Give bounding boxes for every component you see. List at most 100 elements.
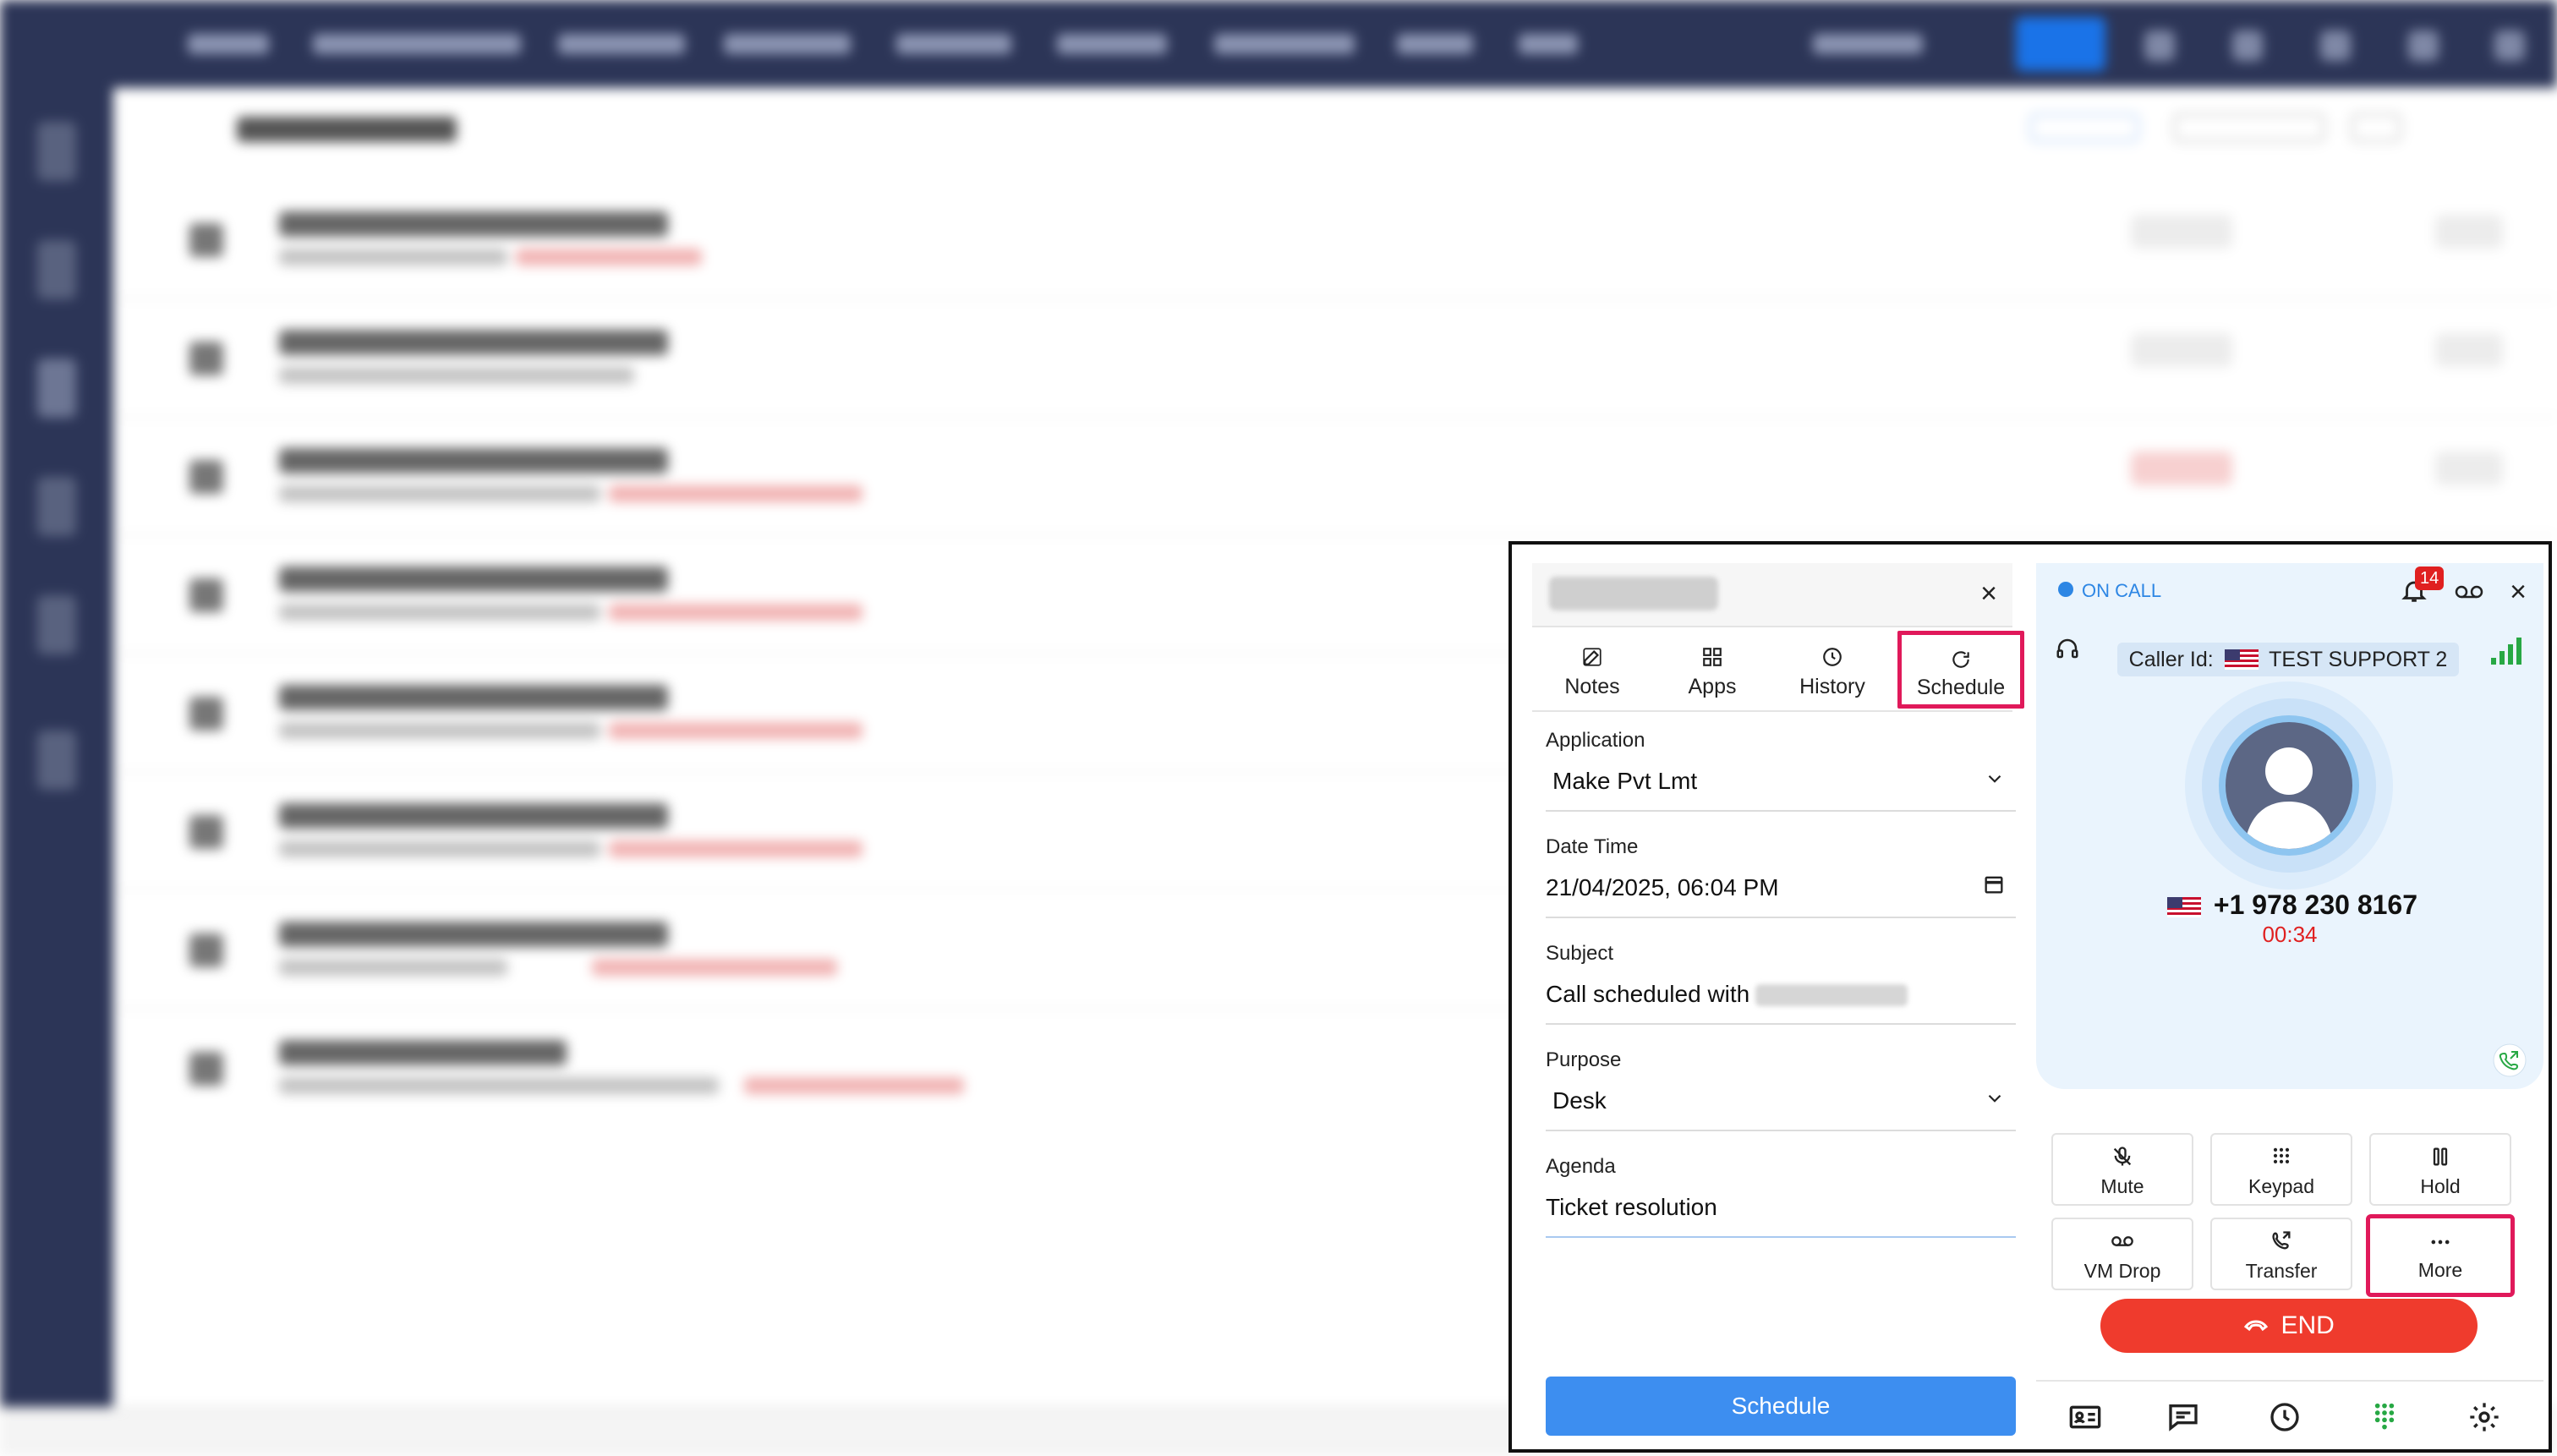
nav-icon — [2320, 30, 2351, 61]
row-icon — [189, 933, 223, 967]
nav-item — [1519, 34, 1578, 54]
field-value: 21/04/2025, 06:04 PM — [1546, 874, 1779, 900]
tab-label: Notes — [1564, 675, 1620, 698]
signal-strength-icon — [2491, 638, 2521, 665]
hang-up-icon — [2244, 1320, 2269, 1332]
refresh-icon — [1952, 651, 1969, 668]
row-subtitle — [279, 604, 600, 621]
close-icon[interactable]: × — [2503, 575, 2533, 609]
phone-transfer-icon[interactable] — [2493, 1043, 2527, 1077]
transfer-button[interactable]: Transfer — [2210, 1218, 2352, 1290]
row-button — [2435, 215, 2503, 249]
field-value: Desk — [1552, 1087, 1607, 1114]
field-value: Make Pvt Lmt — [1552, 768, 1698, 794]
row-subtitle — [609, 485, 862, 502]
mic-off-icon — [2113, 1147, 2132, 1166]
row-icon — [189, 1052, 223, 1086]
field-underline — [1546, 917, 2016, 918]
nav-item — [1057, 34, 1167, 54]
caller-name: TEST SUPPORT 2 — [2269, 648, 2448, 671]
row-subtitle — [279, 249, 507, 265]
field-underline — [1546, 1236, 2016, 1238]
phone-number-text: +1 978 230 8167 — [2213, 889, 2417, 920]
sidebar-icon — [37, 731, 76, 790]
chevron-down-icon — [1988, 1094, 2001, 1103]
header-button — [2173, 113, 2325, 142]
nav-icon — [2144, 30, 2175, 61]
keypad-icon — [2273, 1147, 2290, 1163]
row-subtitle — [744, 1077, 964, 1094]
field-label: Agenda — [1546, 1155, 1616, 1178]
field-label: Purpose — [1546, 1048, 1622, 1071]
row-icon — [189, 342, 223, 375]
keypad-button[interactable]: Keypad — [2210, 1133, 2352, 1206]
clock-icon[interactable] — [2268, 1400, 2302, 1434]
calendar-icon[interactable] — [1982, 873, 2006, 896]
call-status: ON CALL — [2082, 580, 2162, 601]
voicemail-icon[interactable] — [2454, 582, 2484, 602]
row-button — [2131, 215, 2232, 249]
tab-schedule[interactable]: Schedule — [1897, 631, 2024, 709]
nav-icon — [2232, 30, 2263, 61]
control-label: Transfer — [2245, 1260, 2318, 1282]
hold-button[interactable]: Hold — [2369, 1133, 2511, 1206]
row-subtitle — [609, 604, 862, 621]
row-button — [2435, 333, 2503, 367]
dialer-bottom-nav — [2036, 1380, 2543, 1449]
gear-icon[interactable] — [2467, 1400, 2501, 1434]
notification-badge: 14 — [2415, 567, 2445, 590]
mute-button[interactable]: Mute — [2051, 1133, 2193, 1206]
row-subtitle — [279, 1077, 719, 1094]
left-sidebar — [0, 88, 113, 1407]
row-icon — [189, 697, 223, 731]
end-call-button[interactable]: END — [2100, 1299, 2478, 1353]
field-underline — [1546, 810, 2016, 812]
field-label: Subject — [1546, 942, 1614, 965]
headset-icon[interactable] — [2055, 636, 2080, 661]
row-subtitle — [609, 840, 862, 857]
row-subtitle — [279, 485, 600, 502]
row-icon — [189, 578, 223, 612]
clock-icon — [1823, 648, 1842, 666]
tab-apps[interactable]: Apps — [1652, 627, 1772, 712]
row-subtitle — [516, 249, 702, 265]
row-title — [279, 685, 668, 710]
sidebar-icon — [37, 595, 76, 654]
chat-icon[interactable] — [2166, 1400, 2200, 1434]
table-row — [118, 299, 2557, 418]
nav-item — [724, 34, 851, 54]
row-button — [2131, 452, 2232, 485]
row-title — [279, 1040, 567, 1065]
nav-cta-button — [2016, 17, 2105, 71]
voicemail-icon — [2111, 1236, 2133, 1246]
pause-icon — [2433, 1147, 2448, 1166]
row-title — [279, 567, 668, 592]
row-subtitle — [592, 959, 837, 976]
tab-label: Apps — [1688, 675, 1737, 698]
row-icon — [189, 223, 223, 257]
nav-item — [188, 34, 269, 54]
chevron-down-icon — [1988, 775, 2001, 783]
more-icon — [2431, 1240, 2450, 1245]
contact-card-icon[interactable] — [2068, 1400, 2102, 1434]
vm-drop-button[interactable]: VM Drop — [2051, 1218, 2193, 1290]
sidebar-icon — [37, 240, 76, 299]
sidebar-icon — [37, 122, 76, 181]
row-title — [279, 211, 668, 237]
nav-item — [1214, 34, 1355, 54]
schedule-button[interactable]: Schedule — [1546, 1377, 2016, 1436]
tab-history[interactable]: History — [1772, 627, 1892, 712]
row-title — [279, 330, 668, 355]
softphone-dialer: × Notes Apps History Schedule Applicatio… — [1508, 541, 2552, 1453]
nav-item — [558, 34, 685, 54]
field-value: Ticket resolution — [1546, 1194, 1717, 1220]
control-label: VM Drop — [2083, 1260, 2161, 1282]
dialpad-icon[interactable] — [2368, 1400, 2401, 1434]
field-label: Date Time — [1546, 835, 1639, 858]
edit-icon — [1583, 648, 1602, 666]
more-button[interactable]: More — [2366, 1214, 2515, 1297]
tab-notes[interactable]: Notes — [1532, 627, 1652, 712]
call-timer: 00:34 — [2262, 922, 2318, 947]
close-icon[interactable]: × — [1972, 577, 2006, 610]
caller-id: Caller Id: TEST SUPPORT 2 — [2117, 643, 2459, 676]
